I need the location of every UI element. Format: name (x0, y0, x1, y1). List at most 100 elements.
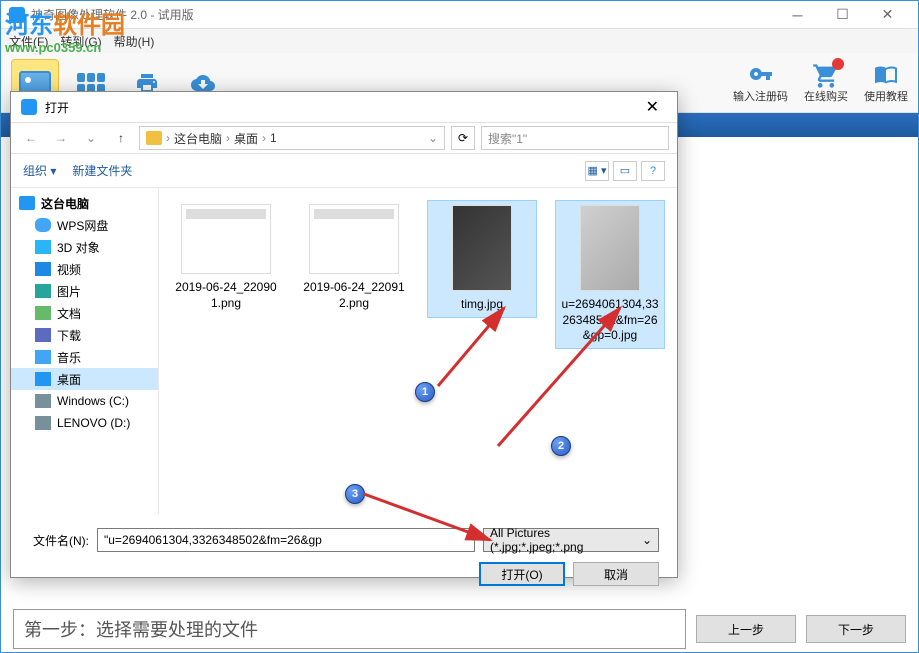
dialog-close-button[interactable]: ✕ (638, 97, 667, 117)
dialog-icon (21, 99, 37, 115)
organize-menu[interactable]: 组织 ▾ (23, 162, 56, 179)
register-button[interactable]: 输入注册码 (733, 62, 788, 104)
open-file-dialog: 打开 ✕ ← → ⌄ ↑ › 这台电脑 › 桌面 › 1 ⌄ ⟳ 搜索"1" 组… (10, 91, 678, 578)
menu-help[interactable]: 帮助(H) (114, 33, 155, 50)
desktop-icon (35, 372, 51, 386)
help-button[interactable]: ? (641, 161, 665, 181)
sidebar-item-pic[interactable]: 图片 (11, 280, 158, 302)
sidebar-item-label: 这台电脑 (41, 195, 89, 212)
nav-forward-button[interactable]: → (49, 126, 73, 150)
breadcrumb-dropdown-icon[interactable]: ⌄ (428, 131, 438, 145)
dialog-toolbar: 组织 ▾ 新建文件夹 ▦ ▾ ▭ ? (11, 154, 677, 188)
down-icon (35, 328, 51, 342)
sidebar-item-label: 音乐 (57, 349, 81, 366)
search-input[interactable]: 搜索"1" (481, 126, 669, 150)
tutorial-button[interactable]: 使用教程 (864, 62, 908, 104)
pic-icon (35, 284, 51, 298)
sidebar-item-disk[interactable]: LENOVO (D:) (11, 412, 158, 434)
dialog-title: 打开 (45, 99, 638, 116)
book-icon (872, 62, 900, 86)
view-thumbnails-button[interactable]: ▦ ▾ (585, 161, 609, 181)
disk-icon (35, 416, 51, 430)
nav-dropdown-icon[interactable]: ⌄ (79, 126, 103, 150)
sidebar-item-pc[interactable]: 这台电脑 (11, 192, 158, 214)
sidebar-item-label: 下载 (57, 327, 81, 344)
sidebar-item-down[interactable]: 下载 (11, 324, 158, 346)
grid-icon (77, 73, 105, 93)
sidebar-item-desktop[interactable]: 桌面 (11, 368, 158, 390)
sidebar-item-label: LENOVO (D:) (57, 416, 130, 430)
sidebar-item-label: Windows (C:) (57, 394, 129, 408)
file-thumbnail (452, 205, 512, 291)
sidebar-item-music[interactable]: 音乐 (11, 346, 158, 368)
file-thumbnail (580, 205, 640, 291)
video-icon (35, 262, 51, 276)
file-thumbnail (181, 204, 271, 274)
file-name-label: timg.jpg (461, 297, 503, 313)
sidebar-item-cloud[interactable]: WPS网盘 (11, 214, 158, 236)
filetype-select[interactable]: All Pictures (*.jpg;*.jpeg;*.png (483, 528, 659, 552)
cancel-button[interactable]: 取消 (573, 562, 659, 586)
menu-file[interactable]: 文件(F) (9, 33, 48, 50)
file-name-label: u=2694061304,3326348502&fm=26&gp=0.jpg (560, 297, 660, 344)
dialog-body: 这台电脑 WPS网盘 3D 对象视频图片文档下载音乐桌面 Windows (C:) LE… (11, 188, 677, 514)
filename-label: 文件名(N): (29, 532, 89, 549)
sidebar-item-label: 图片 (57, 283, 81, 300)
doc-icon (35, 306, 51, 320)
file-name-label: 2019-06-24_220901.png (175, 280, 277, 311)
sidebar-item-label: WPS网盘 (57, 217, 108, 234)
pc-icon (19, 196, 35, 210)
folder-icon (146, 131, 162, 145)
music-icon (35, 350, 51, 364)
disk-icon (35, 394, 51, 408)
breadcrumb[interactable]: › 这台电脑 › 桌面 › 1 ⌄ (139, 126, 445, 150)
dialog-footer: 文件名(N): All Pictures (*.jpg;*.jpeg;*.png… (11, 514, 677, 600)
new-folder-button[interactable]: 新建文件夹 (72, 162, 132, 179)
file-item[interactable]: 2019-06-24_220901.png (171, 200, 281, 315)
menu-goto[interactable]: 转到(G) (60, 33, 101, 50)
sidebar-item-label: 视频 (57, 261, 81, 278)
bottom-bar: 第一步：选择需要处理的文件 上一步 下一步 (3, 608, 916, 650)
prev-step-button[interactable]: 上一步 (696, 615, 796, 643)
sidebar-item-label: 3D 对象 (57, 239, 100, 256)
buy-button[interactable]: 在线购买 (804, 62, 848, 104)
title-bar: 神奇图像处理软件 2.0 - 试用版 ─ ☐ ✕ (1, 1, 918, 29)
3d-icon (35, 240, 51, 254)
sidebar-item-video[interactable]: 视频 (11, 258, 158, 280)
nav-back-button[interactable]: ← (19, 126, 43, 150)
breadcrumb-desktop[interactable]: 桌面 (234, 130, 258, 147)
filename-input[interactable] (97, 528, 475, 552)
sidebar-item-label: 文档 (57, 305, 81, 322)
sidebar-item-disk[interactable]: Windows (C:) (11, 390, 158, 412)
view-details-button[interactable]: ▭ (613, 161, 637, 181)
open-button[interactable]: 打开(O) (479, 562, 565, 586)
sidebar-item-label: 桌面 (57, 371, 81, 388)
file-item[interactable]: 2019-06-24_220912.png (299, 200, 409, 315)
app-icon (9, 7, 25, 23)
cart-icon (812, 62, 840, 86)
refresh-button[interactable]: ⟳ (451, 126, 475, 150)
step-instruction: 第一步：选择需要处理的文件 (13, 609, 686, 649)
breadcrumb-root[interactable]: 这台电脑 (174, 130, 222, 147)
maximize-button[interactable]: ☐ (820, 1, 865, 29)
key-icon (747, 62, 775, 86)
file-name-label: 2019-06-24_220912.png (303, 280, 405, 311)
window-title: 神奇图像处理软件 2.0 - 试用版 (31, 6, 775, 23)
sidebar-item-doc[interactable]: 文档 (11, 302, 158, 324)
nav-up-button[interactable]: ↑ (109, 126, 133, 150)
dialog-nav-bar: ← → ⌄ ↑ › 这台电脑 › 桌面 › 1 ⌄ ⟳ 搜索"1" (11, 122, 677, 154)
folder-sidebar: 这台电脑 WPS网盘 3D 对象视频图片文档下载音乐桌面 Windows (C:) LE… (11, 188, 159, 514)
file-list-area: 2019-06-24_220901.png 2019-06-24_220912.p… (159, 188, 677, 514)
close-button[interactable]: ✕ (865, 1, 910, 29)
menu-bar: 文件(F) 转到(G) 帮助(H) (1, 29, 918, 53)
file-thumbnail (309, 204, 399, 274)
cloud-icon (35, 218, 51, 232)
dialog-title-bar: 打开 ✕ (11, 92, 677, 122)
cart-badge (832, 58, 844, 70)
file-item[interactable]: timg.jpg (427, 200, 537, 318)
next-step-button[interactable]: 下一步 (806, 615, 906, 643)
sidebar-item-3d[interactable]: 3D 对象 (11, 236, 158, 258)
file-item[interactable]: u=2694061304,3326348502&fm=26&gp=0.jpg (555, 200, 665, 349)
minimize-button[interactable]: ─ (775, 1, 820, 29)
breadcrumb-folder[interactable]: 1 (270, 131, 277, 145)
